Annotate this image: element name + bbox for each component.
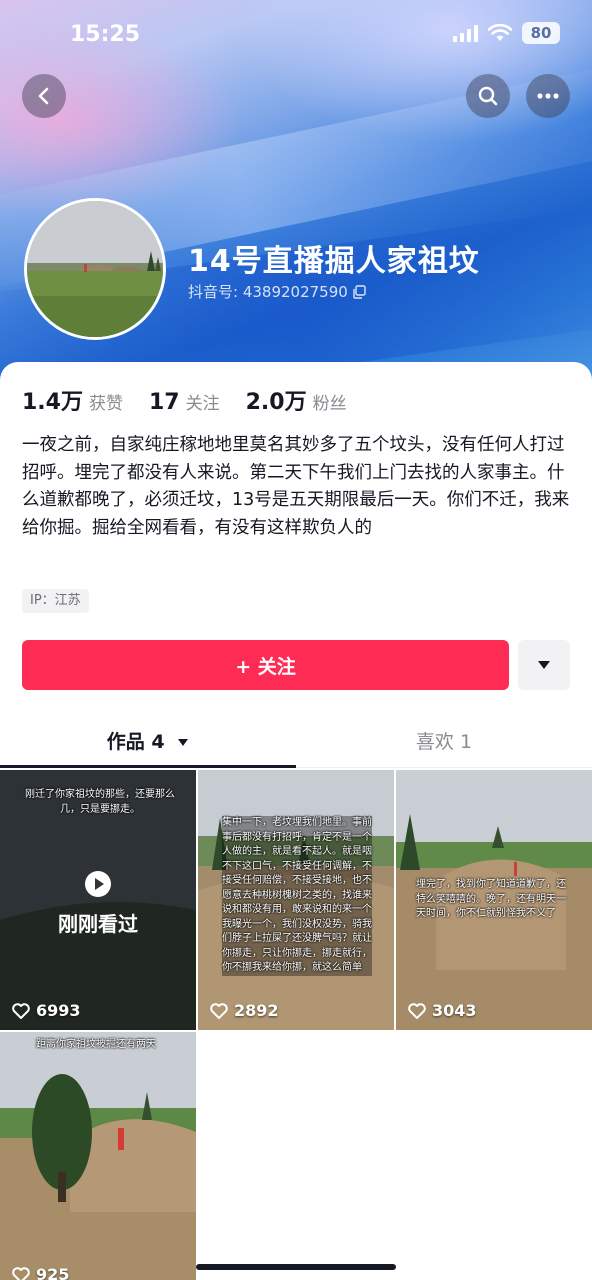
back-button[interactable] [22,74,66,118]
tab-likes-label: 喜欢 1 [415,731,473,753]
video-likes-count: 2892 [234,1001,279,1020]
copy-icon[interactable] [352,284,366,299]
video-likes: 6993 [12,1001,81,1020]
video-tile[interactable]: 距离你家祖坟被掘还有两天 925 [0,1032,196,1280]
video-caption: 集中一下，老坟埋我们地里。事前事后都没有打招呼，肯定不是一个人做的主，就是看不起… [222,816,372,976]
stat-likes-label: 获赞 [88,394,123,414]
stat-following-label: 关注 [185,394,220,414]
more-icon [537,93,559,99]
douyin-id-text: 抖音号: 43892027590 [188,283,348,301]
video-likes-count: 925 [36,1265,70,1280]
back-icon [38,87,49,105]
video-caption: 距离你家祖坟被掘还有两天 [36,1039,156,1050]
stat-followers-value: 2.0万 [245,390,307,415]
status-icons: 80 [453,22,560,44]
profile-stats: 1.4万 获赞 17 关注 2.0万 粉丝 [22,384,373,416]
douyin-id[interactable]: 抖音号: 43892027590 [188,281,366,302]
wifi-icon [488,24,512,41]
follow-button-label: + 关注 [235,655,296,678]
heart-icon [210,1002,228,1019]
heart-icon [408,1002,426,1019]
video-likes-count: 3043 [432,1001,477,1020]
video-likes-count: 6993 [36,1001,81,1020]
triangle-down-icon [538,661,550,669]
heart-icon [12,1266,30,1280]
stat-following[interactable]: 17 关注 [149,389,220,415]
active-tab-indicator [0,765,296,768]
status-time: 15:25 [70,22,141,47]
video-thumbnail [0,1032,196,1280]
profile-tabs: 作品 4 喜欢 1 [0,720,592,768]
caret-down-icon [178,739,189,746]
video-caption: 埋完了，找到你了知道道歉了，还特么笑嘻嘻的。晚了，还有明天一天时间，你不仁就别怪… [416,879,566,919]
play-icon [85,871,111,897]
video-caption: 刚迁了你家祖坟的那些，还要那么几，只是要挪走。 [25,789,175,815]
search-button[interactable] [466,74,510,118]
stat-followers-label: 粉丝 [312,394,347,414]
video-likes: 925 [12,1265,69,1280]
stat-followers[interactable]: 2.0万 粉丝 [246,384,347,416]
stat-likes[interactable]: 1.4万 获赞 [22,384,123,416]
signal-icon [453,24,478,42]
ip-location-tag: IP：江苏 [22,589,89,613]
more-options-button[interactable] [526,74,570,118]
stat-likes-value: 1.4万 [22,390,83,415]
recently-watched-badge: 刚刚看过 [58,912,138,936]
home-indicator[interactable] [196,1264,396,1270]
video-tile[interactable]: 集中一下，老坟埋我们地里。事前事后都没有打招呼，肯定不是一个人做的主，就是看不起… [198,770,394,1030]
profile-nickname: 14号直播掘人家祖坟 [188,244,480,279]
follow-button[interactable]: + 关注 [22,640,509,690]
profile-bio: 一夜之前，自家纯庄稼地地里莫名其妙多了五个坟头，没有任何人打过招呼。埋完了都没有… [22,435,570,538]
recommend-dropdown-button[interactable] [518,640,570,690]
tab-likes[interactable]: 喜欢 1 [296,720,592,768]
stat-following-value: 17 [148,390,180,415]
search-icon [478,86,498,106]
heart-icon [12,1002,30,1019]
avatar-image [27,201,163,337]
tab-works-label: 作品 4 [106,731,165,753]
avatar[interactable] [24,198,166,340]
video-tile[interactable]: 刚迁了你家祖坟的那些，还要那么几，只是要挪走。 刚刚看过 6993 [0,770,196,1030]
video-likes: 2892 [210,1001,279,1020]
tab-works[interactable]: 作品 4 [0,720,296,768]
video-tile[interactable]: 埋完了，找到你了知道道歉了，还特么笑嘻嘻的。晚了，还有明天一天时间，你不仁就别怪… [396,770,592,1030]
video-likes: 3043 [408,1001,477,1020]
battery-icon: 80 [522,22,560,44]
